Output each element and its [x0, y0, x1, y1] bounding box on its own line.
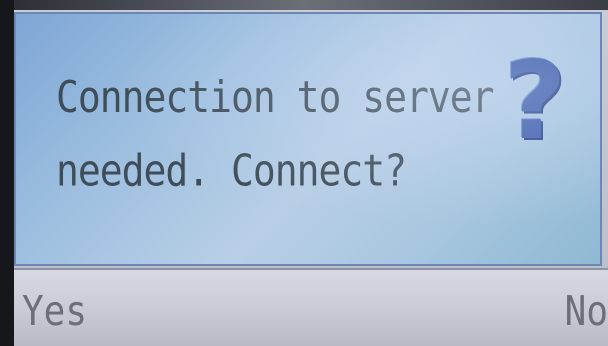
- screen-bezel-top: [0, 0, 608, 10]
- confirmation-dialog: Connection to server needed. Connect? ?: [14, 12, 602, 266]
- phone-screen: Connection to server needed. Connect? ? …: [0, 0, 608, 346]
- question-mark-icon: ?: [503, 39, 567, 164]
- yes-softkey-button[interactable]: Yes: [22, 288, 87, 335]
- no-softkey-button[interactable]: No: [565, 288, 608, 335]
- screen-bezel-left: [0, 0, 14, 346]
- softkey-bar: Yes No: [14, 268, 608, 346]
- dialog-message: Connection to server needed. Connect?: [56, 71, 495, 196]
